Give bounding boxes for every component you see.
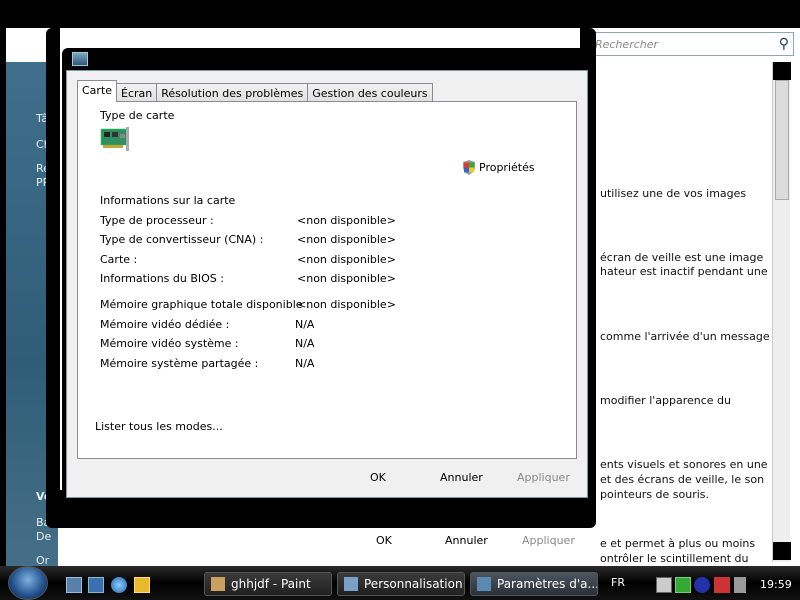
taskbar-button-display-settings[interactable]: Paramètres d'a... <box>470 572 598 596</box>
taskbar-button-label: ghhjdf - Paint <box>231 577 311 591</box>
graphics-card-icon <box>100 127 129 151</box>
content-text: et des écrans de veille, le son <box>600 473 765 486</box>
content-text: ontrôler le scintillement du <box>600 552 749 565</box>
info-value: <non disponible> <box>297 214 396 227</box>
adapter-properties-dialog: Carte Écran Résolution des problèmes Ges… <box>62 48 592 500</box>
taskbar: ghhjdf - Paint Personnalisation Paramètr… <box>0 566 800 600</box>
memory-value: N/A <box>295 337 315 350</box>
memory-label: Mémoire vidéo dédiée : <box>100 318 230 331</box>
tray-security-icon[interactable] <box>714 577 730 593</box>
properties-button[interactable]: Propriétés <box>462 160 535 175</box>
info-heading: Informations sur la carte <box>100 194 236 207</box>
taskbar-button-personalization[interactable]: Personnalisation <box>337 572 465 596</box>
info-label: Informations du BIOS : <box>100 272 224 285</box>
content-text: comme l'arrivée d'un message <box>600 330 770 343</box>
tab-strip: Carte Écran Résolution des problèmes Ges… <box>77 80 433 102</box>
memory-value: N/A <box>295 318 315 331</box>
scroll-down-arrow[interactable] <box>773 542 791 560</box>
memory-value: N/A <box>295 357 315 370</box>
scrollbar[interactable] <box>772 62 791 562</box>
properties-label: Propriétés <box>479 161 535 174</box>
scroll-thumb[interactable] <box>775 80 789 200</box>
tab-ecran[interactable]: Écran <box>116 83 158 102</box>
paint-icon <box>211 577 225 591</box>
info-label: Type de convertisseur (CNA) : <box>100 233 264 246</box>
info-value: <non disponible> <box>297 272 396 285</box>
tray-network-icon[interactable] <box>675 577 691 593</box>
adapter-panel: Type de carte Propriétés Informations su… <box>77 101 577 459</box>
browser-icon[interactable] <box>111 577 127 593</box>
apply-button[interactable]: Appliquer <box>522 534 575 547</box>
info-value: <non disponible> <box>297 233 396 246</box>
ok-button[interactable]: OK <box>370 471 386 484</box>
uac-shield-icon <box>463 160 475 175</box>
memory-label: Mémoire vidéo système : <box>100 337 239 350</box>
info-label: Carte : <box>100 253 138 266</box>
search-input[interactable]: Rechercher ⚲ <box>590 32 794 56</box>
content-text: e et permet à plus ou moins <box>600 537 756 550</box>
search-icon[interactable]: ⚲ <box>779 36 789 52</box>
tray-s-icon[interactable] <box>656 577 672 593</box>
apply-button[interactable]: Appliquer <box>517 471 570 484</box>
info-label: Type de processeur : <box>100 214 214 227</box>
language-indicator[interactable]: FR <box>611 576 625 589</box>
scroll-up-arrow[interactable] <box>773 62 791 80</box>
media-player-icon[interactable] <box>134 577 150 593</box>
tray-a-icon[interactable] <box>694 577 710 593</box>
clock[interactable]: 19:59 <box>760 578 792 591</box>
content-text: hateur est inactif pendant une <box>600 265 768 278</box>
show-desktop-icon[interactable] <box>66 577 82 593</box>
tab-troubleshooting[interactable]: Résolution des problèmes <box>156 83 309 102</box>
tab-color-management[interactable]: Gestion des couleurs <box>307 83 433 102</box>
display-adapter-icon <box>72 52 88 66</box>
info-value: <non disponible> <box>297 253 396 266</box>
display-settings-buttons: OK Annuler Appliquer <box>46 528 596 552</box>
taskbar-button-label: Personnalisation <box>364 577 463 591</box>
taskbar-button-paint[interactable]: ghhjdf - Paint <box>204 572 332 596</box>
search-placeholder: Rechercher <box>595 38 659 51</box>
list-all-modes-button[interactable]: Lister tous les modes... <box>95 420 223 433</box>
content-text: utilisez une de vos images <box>600 187 747 200</box>
memory-label: Mémoire graphique totale disponible : <box>100 298 310 311</box>
display-settings-icon <box>477 577 491 591</box>
content-text: ents visuels et sonores en une <box>600 458 768 471</box>
cancel-button[interactable]: Annuler <box>445 534 488 547</box>
content-text: pointeurs de souris. <box>600 488 710 501</box>
start-button[interactable] <box>8 566 48 600</box>
volume-icon[interactable] <box>734 577 746 593</box>
adapter-properties-client: Carte Écran Résolution des problèmes Ges… <box>66 70 588 498</box>
content-text: écran de veille est une image <box>600 251 764 264</box>
memory-label: Mémoire système partagée : <box>100 357 259 370</box>
taskbar-button-label: Paramètres d'a... <box>497 577 598 591</box>
personalization-icon <box>344 577 358 591</box>
tab-carte[interactable]: Carte <box>77 80 118 102</box>
memory-value: <non disponible> <box>297 298 396 311</box>
switch-windows-icon[interactable] <box>88 577 104 593</box>
adapter-type-label: Type de carte <box>100 109 175 122</box>
cancel-button[interactable]: Annuler <box>440 471 483 484</box>
content-text: modifier l'apparence du <box>600 394 732 407</box>
ok-button[interactable]: OK <box>376 534 392 547</box>
